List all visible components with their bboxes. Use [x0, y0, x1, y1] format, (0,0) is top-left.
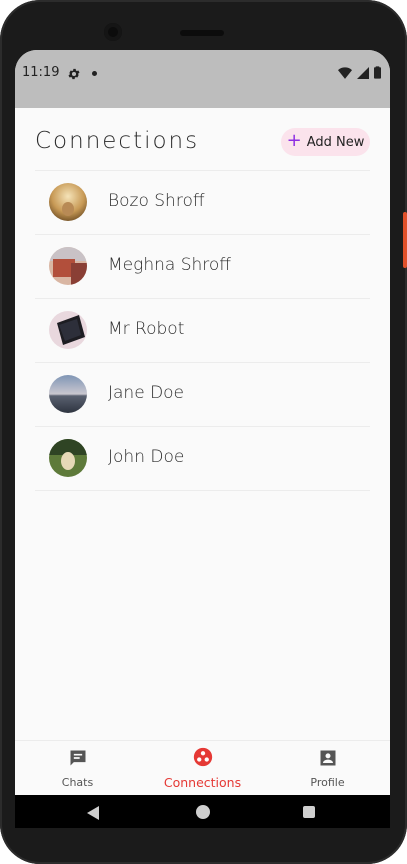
contact-name: Bozo Shroff [108, 191, 205, 211]
avatar [49, 375, 87, 413]
power-button[interactable] [403, 212, 407, 268]
dot-icon [92, 71, 97, 76]
page-title: Connections [35, 128, 200, 154]
nav-item-profile[interactable]: Profile [265, 741, 390, 796]
status-time: 11:19 [22, 65, 60, 80]
avatar [49, 183, 87, 221]
system-navigation-bar [15, 795, 390, 828]
avatar [49, 439, 87, 477]
list-item[interactable]: Jane Doe [35, 363, 370, 427]
chat-icon [68, 748, 88, 772]
profile-icon [318, 748, 338, 772]
plus-icon: + [286, 130, 302, 151]
signal-icon [357, 66, 369, 79]
wifi-icon [338, 66, 352, 79]
nav-label-connections: Connections [163, 775, 242, 790]
avatar [49, 311, 87, 349]
list-item[interactable]: Mr Robot [35, 299, 370, 363]
nav-label-chats: Chats [61, 776, 94, 789]
page-header: Connections + Add New [15, 108, 390, 170]
device-frame: 11:19 Connections + Add New Bozo Shroff … [0, 0, 407, 864]
battery-icon [374, 66, 381, 79]
nav-label-profile: Profile [310, 776, 345, 789]
list-item[interactable]: Bozo Shroff [35, 171, 370, 235]
add-new-label: Add New [306, 134, 365, 150]
gear-icon [67, 66, 81, 85]
contact-name: Meghna Shroff [108, 255, 231, 275]
nav-item-connections[interactable]: Connections [140, 741, 265, 796]
connections-icon [193, 747, 213, 771]
avatar [49, 247, 87, 285]
contact-name: Jane Doe [108, 383, 185, 403]
screen: 11:19 Connections + Add New Bozo Shroff … [15, 50, 390, 828]
contact-name: Mr Robot [108, 319, 185, 339]
connections-list: Bozo Shroff Meghna Shroff Mr Robot Jane … [35, 171, 370, 491]
recents-icon[interactable] [303, 806, 315, 818]
contact-name: John Doe [108, 447, 185, 467]
front-camera [104, 23, 122, 41]
status-bar: 11:19 [15, 50, 390, 108]
back-icon[interactable] [87, 805, 101, 824]
home-icon[interactable] [196, 805, 210, 819]
list-item[interactable]: John Doe [35, 427, 370, 491]
system-icons [338, 66, 381, 79]
list-item[interactable]: Meghna Shroff [35, 235, 370, 299]
earpiece-speaker [180, 30, 224, 36]
nav-item-chats[interactable]: Chats [15, 741, 140, 796]
add-new-button[interactable]: + Add New [281, 128, 370, 156]
bottom-navigation: Chats Connections Profile [15, 740, 390, 796]
